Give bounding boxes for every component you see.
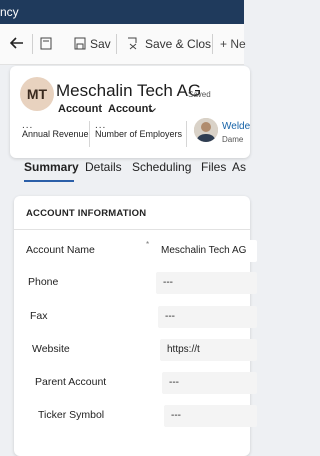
tab-scheduling[interactable]: Scheduling <box>132 160 191 174</box>
tab-files[interactable]: Files <box>201 160 226 174</box>
owner-name-link[interactable]: Welde <box>222 121 250 132</box>
save-icon[interactable] <box>74 37 86 50</box>
annual-revenue-label: Annual Revenue <box>22 129 89 139</box>
tab-details[interactable]: Details <box>85 160 122 174</box>
save-and-close-icon[interactable] <box>126 36 140 50</box>
account-avatar: MT <box>20 77 54 111</box>
phone-label: Phone <box>28 276 59 288</box>
section-title: ACCOUNT INFORMATION <box>26 208 147 219</box>
toolbar-divider <box>32 34 33 54</box>
save-status: Saved <box>188 90 211 99</box>
header-divider <box>186 121 187 147</box>
website-label: Website <box>32 343 70 355</box>
account-name-title: Meschalin Tech AG <box>56 81 202 100</box>
command-bar: Sav Save & Clos + Ne <box>0 24 246 65</box>
account-name-field[interactable]: Meschalin Tech AG <box>154 240 257 262</box>
entity-name: Account <box>58 103 102 115</box>
new-button[interactable]: + Ne <box>220 37 246 51</box>
form-tabs: Summary Details Scheduling Files As <box>10 150 250 182</box>
account-information-section: ACCOUNT INFORMATION Account Name * Mesch… <box>14 196 257 456</box>
fax-field[interactable]: --- <box>158 306 257 328</box>
ticker-symbol-label: Ticker Symbol <box>38 409 105 421</box>
employees-label: Number of Employers <box>95 129 183 139</box>
owner-avatar[interactable] <box>194 118 218 142</box>
form-icon[interactable] <box>40 37 52 50</box>
entity-separator: · <box>98 103 102 115</box>
tab-summary[interactable]: Summary <box>24 160 79 174</box>
back-arrow-icon[interactable] <box>10 37 24 49</box>
window-title: ncy <box>0 5 19 19</box>
save-button[interactable]: Sav <box>90 37 111 51</box>
website-field[interactable]: https://t <box>160 339 257 361</box>
phone-field[interactable]: --- <box>156 272 257 294</box>
form-selector[interactable]: Account <box>108 103 152 115</box>
section-divider <box>14 229 250 230</box>
parent-account-field[interactable]: --- <box>162 372 257 394</box>
parent-account-label: Parent Account <box>35 376 107 388</box>
account-name-label: Account Name <box>26 244 95 256</box>
required-marker: * <box>146 240 150 249</box>
owner-role: Dame <box>222 135 244 144</box>
tab-overflow[interactable]: As <box>232 160 246 174</box>
chevron-down-icon[interactable] <box>149 108 156 113</box>
record-header: MT Meschalin Tech AG Saved Account · Acc… <box>10 66 250 158</box>
toolbar-divider <box>116 34 117 54</box>
ticker-symbol-field[interactable]: --- <box>164 405 257 427</box>
window-title-bar: ncy <box>0 0 244 24</box>
toolbar-divider <box>212 34 213 54</box>
person-icon <box>194 118 218 142</box>
header-divider <box>89 121 90 147</box>
active-tab-indicator <box>24 180 74 182</box>
save-and-close-button[interactable]: Save & Clos <box>145 37 211 51</box>
fax-label: Fax <box>30 310 48 322</box>
